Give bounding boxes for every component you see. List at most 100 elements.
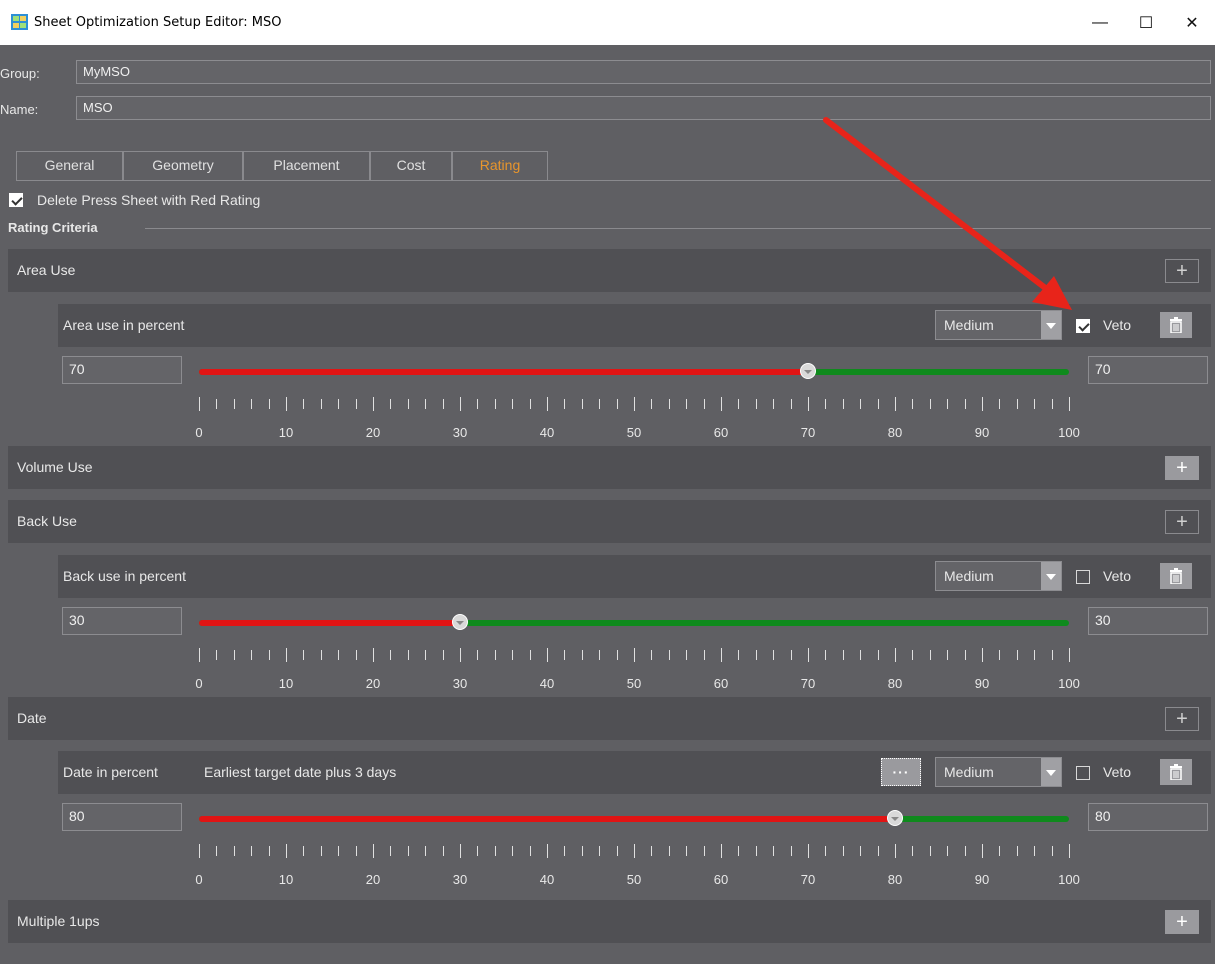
slider-track[interactable] [199,816,1069,822]
slider-tick [1051,846,1053,856]
title-bar: Sheet Optimization Setup Editor: MSO — ☐… [0,0,1215,45]
slider-track[interactable] [199,369,1069,375]
back-max-input[interactable]: 30 [1088,607,1208,635]
slider-tick [877,399,879,409]
slider-tick [842,399,844,409]
criterion-back: Back use in percent Medium Veto [58,555,1211,598]
slider-tick [564,399,566,409]
slider-tick [268,399,270,409]
criterion-title: Back use in percent [63,568,186,584]
slider-tick [233,650,235,660]
slider-tick [703,399,705,409]
slider-scale-label: 60 [713,872,729,887]
slider-scale-label: 30 [452,425,468,440]
slider-tick [512,399,514,409]
slider-tick [929,399,931,409]
slider-tick [233,846,235,856]
minimize-button[interactable]: — [1077,0,1123,45]
slider-tick [634,844,635,858]
back-delete-button[interactable] [1160,563,1192,589]
more-options-button[interactable]: ··· [881,758,921,786]
veto-label: Veto [1103,764,1132,780]
slider-tick [355,399,357,409]
area-min-input[interactable]: 70 [62,356,182,384]
tab-cost[interactable]: Cost [370,151,452,180]
date-level-dropdown[interactable]: Medium [935,757,1062,787]
slider-tick [1069,648,1070,662]
add-multiple-criterion-button[interactable]: + [1165,910,1199,934]
slider-tick [947,399,949,409]
slider-tick [842,846,844,856]
area-max-input[interactable]: 70 [1088,356,1208,384]
veto-label: Veto [1103,317,1132,333]
slider-tick [581,650,583,660]
group-field[interactable]: MyMSO [76,60,1211,84]
slider-tick [564,650,566,660]
app-icon [11,14,28,30]
date-veto-checkbox[interactable] [1076,766,1090,780]
slider-tick [634,648,635,662]
slider-tick [790,650,792,660]
slider-scale-label: 20 [365,676,381,691]
group-label: Group: [0,66,40,81]
slider-tick [721,648,722,662]
slider-track[interactable] [199,620,1069,626]
add-back-criterion-button[interactable]: + [1165,510,1199,534]
back-veto-checkbox[interactable] [1076,570,1090,584]
back-min-input[interactable]: 30 [62,607,182,635]
add-volume-criterion-button[interactable]: + [1165,456,1199,480]
slider-tick [251,846,253,856]
add-date-criterion-button[interactable]: + [1165,707,1199,731]
slider-thumb[interactable] [887,810,903,826]
slider-tick [790,846,792,856]
back-level-dropdown[interactable]: Medium [935,561,1062,591]
slider-tick [494,650,496,660]
section-title: Date [17,710,47,726]
slider-tick [286,648,287,662]
slider-tick [512,650,514,660]
slider-tick [982,397,983,411]
section-multiple-1ups: Multiple 1ups + [8,900,1211,943]
slider-scale-label: 0 [195,425,203,440]
slider-tick [529,846,531,856]
slider-tick [773,846,775,856]
slider-tick [373,397,374,411]
add-area-criterion-button[interactable]: + [1165,259,1199,283]
name-field[interactable]: MSO [76,96,1211,120]
slider-tick [738,650,740,660]
slider-tick [251,650,253,660]
slider-tick [581,399,583,409]
slider-tick [425,399,427,409]
area-veto-checkbox[interactable] [1076,319,1090,333]
section-area-use: Area Use + [8,249,1211,292]
date-min-input[interactable]: 80 [62,803,182,831]
dropdown-value: Medium [944,317,994,333]
tab-geometry[interactable]: Geometry [123,151,243,180]
slider-scale-label: 40 [539,425,555,440]
tab-general[interactable]: General [16,151,123,180]
slider-tick [320,846,322,856]
slider-thumb[interactable] [800,363,816,379]
maximize-button[interactable]: ☐ [1123,0,1169,45]
slider-tick [268,846,270,856]
area-delete-button[interactable] [1160,312,1192,338]
slider-tick [860,846,862,856]
slider-scale-label: 60 [713,425,729,440]
close-button[interactable]: ✕ [1169,0,1215,45]
plus-icon: + [1176,708,1188,730]
slider-thumb[interactable] [452,614,468,630]
tab-placement[interactable]: Placement [243,151,370,180]
slider-scale-label: 10 [278,676,294,691]
slider-tick [442,846,444,856]
slider-tick [268,650,270,660]
area-level-dropdown[interactable]: Medium [935,310,1062,340]
delete-red-checkbox[interactable] [9,193,23,207]
slider-scale-label: 80 [887,872,903,887]
slider-tick [964,846,966,856]
date-max-input[interactable]: 80 [1088,803,1208,831]
date-delete-button[interactable] [1160,759,1192,785]
slider-tick [947,650,949,660]
tab-rating[interactable]: Rating [452,151,548,180]
section-title: Multiple 1ups [17,913,100,929]
slider-tick [216,846,218,856]
